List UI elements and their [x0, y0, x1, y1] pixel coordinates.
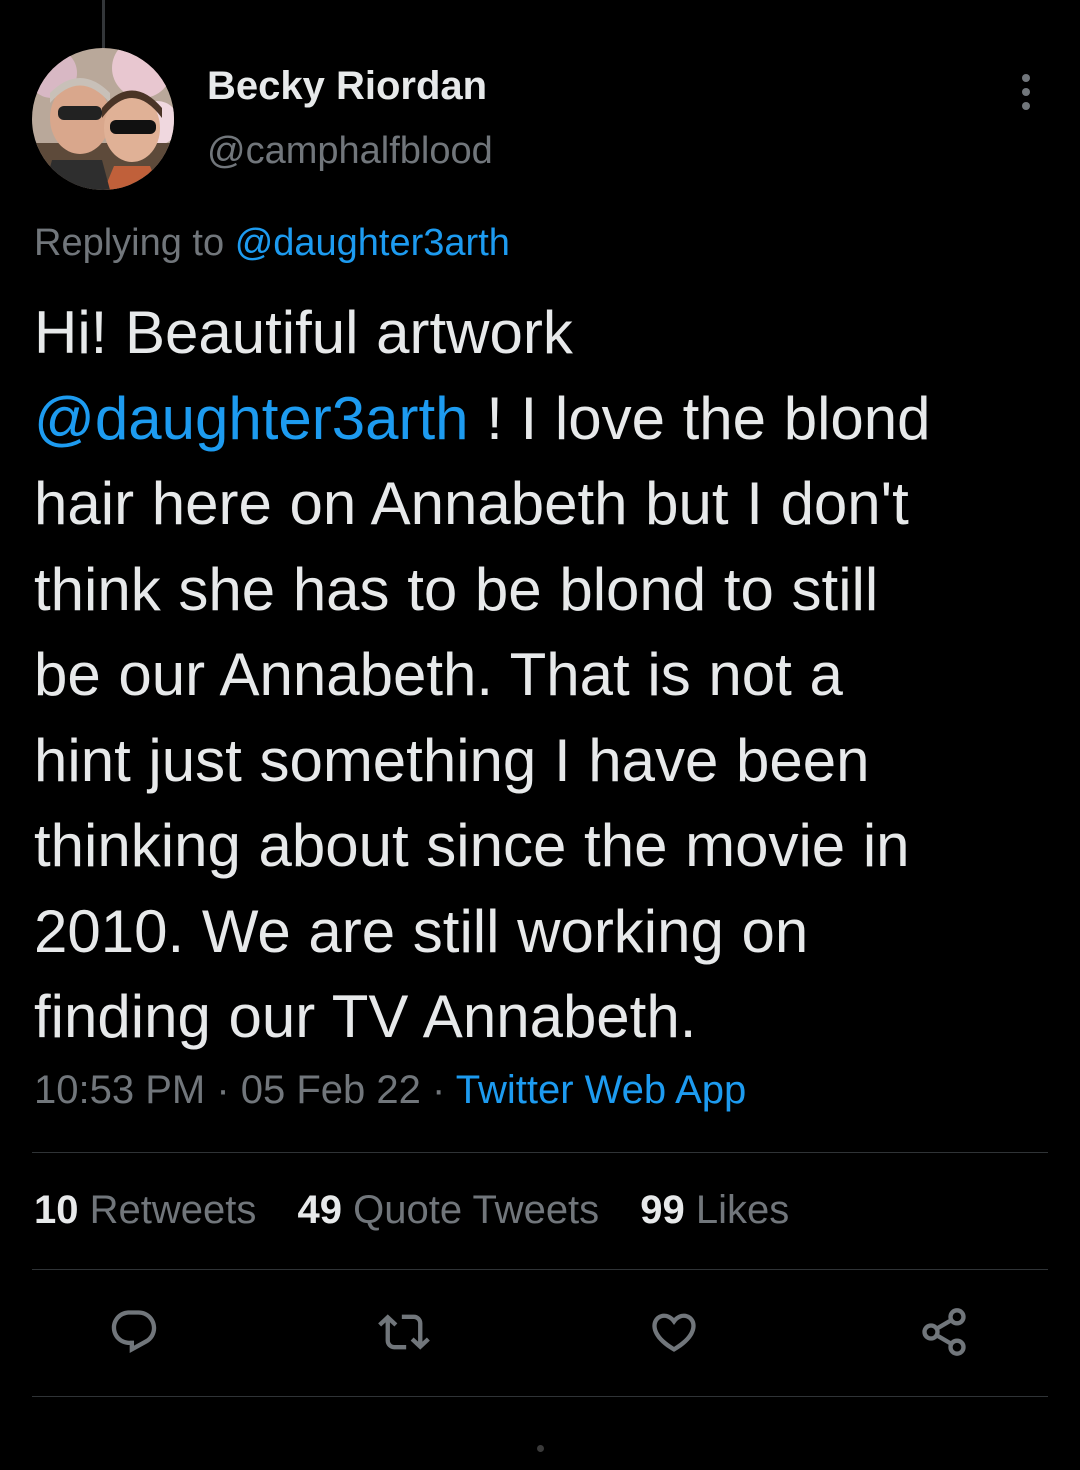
tweet-line-9: finding our TV Annabeth. — [34, 983, 697, 1050]
reply-context-prefix: Replying to — [34, 222, 225, 264]
retweets-label: Retweets — [78, 1188, 257, 1232]
divider — [32, 1269, 1048, 1270]
tweet-text: Hi! Beautiful artwork @daughter3arth ! I… — [34, 290, 1049, 1060]
tweet-date[interactable]: 05 Feb 22 — [241, 1068, 421, 1112]
retweet-icon — [378, 1314, 430, 1350]
retweets-count: 10 — [34, 1188, 79, 1232]
author-name[interactable]: Becky Riordan — [207, 64, 487, 109]
quote-tweets-stat[interactable]: 49 Quote Tweets — [297, 1188, 599, 1232]
tweet-line-7: thinking about since the movie in — [34, 812, 910, 879]
avatar[interactable] — [32, 48, 174, 190]
tweet-line-5: be our Annabeth. That is not a — [34, 641, 843, 708]
tweet-line-4: think she has to be blond to still — [34, 555, 879, 623]
tweet-line-3: hair here on Annabeth but I don't — [34, 470, 909, 537]
share-icon — [922, 1308, 966, 1356]
more-vertical-icon — [1022, 74, 1030, 110]
retweet-button[interactable] — [378, 1306, 430, 1358]
tweet-line-2: @daughter3arth ! I love the blond — [34, 376, 1049, 462]
share-button[interactable] — [918, 1306, 970, 1358]
quote-tweets-label: Quote Tweets — [341, 1188, 600, 1232]
tweet-line-6: hint just something I have been — [34, 726, 870, 794]
reply-icon — [111, 1310, 157, 1354]
thread-connector-line — [102, 0, 105, 48]
tweet-time[interactable]: 10:53 PM — [34, 1068, 205, 1112]
author-handle[interactable]: @camphalfblood — [207, 130, 493, 173]
heart-icon — [652, 1313, 696, 1352]
tweet-line-1: Hi! Beautiful artwork — [34, 299, 573, 366]
tweet-line-8: 2010. We are still working on — [34, 897, 809, 965]
meta-separator: · — [205, 1068, 241, 1112]
tweet-line-2-text: ! I love the blond — [468, 384, 931, 452]
reply-button[interactable] — [108, 1306, 160, 1358]
retweets-stat[interactable]: 10 Retweets — [34, 1188, 256, 1232]
quote-tweets-count: 49 — [297, 1188, 342, 1232]
divider — [32, 1396, 1048, 1397]
tweet-source-link[interactable]: Twitter Web App — [456, 1068, 747, 1112]
tweet-metadata: 10:53 PM · 05 Feb 22 · Twitter Web App — [34, 1068, 746, 1113]
divider — [32, 1152, 1048, 1153]
tweet-stats: 10 Retweets 49 Quote Tweets 99 Likes — [34, 1188, 819, 1233]
avatar-photo — [32, 48, 174, 190]
like-button[interactable] — [648, 1306, 700, 1358]
meta-separator: · — [420, 1068, 456, 1112]
likes-stat[interactable]: 99 Likes — [640, 1188, 789, 1232]
scroll-indicator-dot — [537, 1445, 544, 1452]
likes-label: Likes — [684, 1188, 790, 1232]
likes-count: 99 — [640, 1188, 685, 1232]
tweet-mention-link[interactable]: @daughter3arth — [34, 385, 469, 452]
reply-mention-link[interactable]: @daughter3arth — [235, 222, 510, 264]
reply-context: Replying to @daughter3arth — [34, 222, 510, 265]
more-options-button[interactable] — [1008, 70, 1044, 114]
